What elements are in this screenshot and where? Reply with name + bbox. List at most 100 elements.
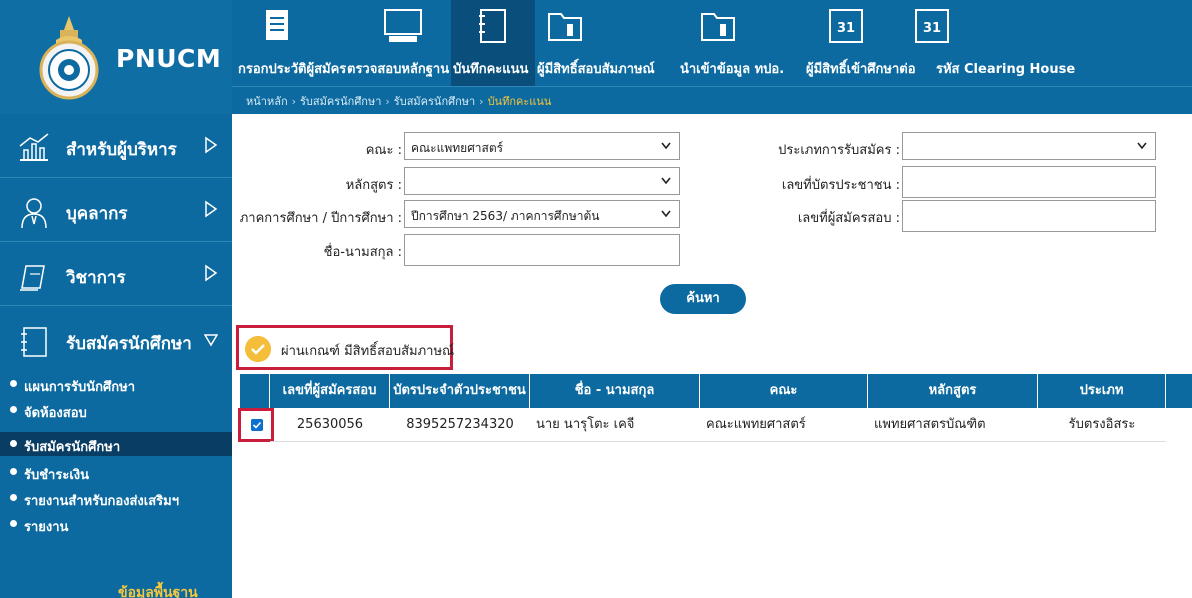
table-header[interactable]: บัตรประจำตัวประชาชน	[390, 374, 530, 408]
bullet-icon	[10, 440, 17, 447]
id-card-input[interactable]	[902, 166, 1156, 198]
chevron-right-icon	[205, 200, 218, 218]
bullet-icon	[10, 380, 17, 387]
folder-icon	[701, 13, 735, 41]
sidebar-section-executive[interactable]: สำหรับผู้บริหาร	[0, 116, 232, 178]
id-card-label: เลขที่บัตรประชาชน :	[781, 178, 900, 193]
sidebar-item-label: จัดห้องสอบ	[24, 406, 87, 421]
table-header-select	[240, 374, 270, 408]
sidebar-item-label: รายงานสำหรับกองส่งเสริมฯ	[24, 494, 180, 509]
nav-label: ผู้มีสิทธิ์สอบสัมภาษณ์	[537, 62, 655, 77]
sidebar-item-payment[interactable]: รับชำระเงิน	[0, 460, 232, 484]
sidebar-section-academic[interactable]: วิชาการ	[0, 244, 232, 306]
pass-criteria-highlight: ผ่านเกณฑ์ มีสิทธิ์สอบสัมภาษณ์	[236, 325, 455, 370]
bullet-icon	[10, 406, 17, 413]
sidebar-item-reports[interactable]: รายงาน	[0, 512, 232, 536]
chevron-down-icon	[204, 334, 218, 347]
calendar-icon: 31	[915, 9, 949, 43]
nav-verify-evidence[interactable]: ตรวจสอบหลักฐาน	[347, 0, 451, 86]
nav-label: กรอกประวัติผู้สมัคร	[238, 62, 347, 77]
search-button[interactable]: ค้นหา	[660, 284, 746, 314]
sidebar-item-exam-rooms[interactable]: จัดห้องสอบ	[0, 398, 232, 422]
app-root: PNUCM กรอกประวัติผู้สมัคร ตรวจสอบหลักฐาน	[0, 0, 1192, 598]
table-header[interactable]: หลักสูตร	[868, 374, 1038, 408]
bullet-icon	[10, 494, 17, 501]
faculty-label: คณะ :	[365, 143, 402, 158]
sidebar-section-label: วิชาการ	[66, 268, 126, 288]
svg-text:31: 31	[923, 21, 941, 36]
nav-label: รหัส Clearing House	[936, 62, 1076, 77]
table-cell: 25630056	[270, 408, 390, 442]
nav-label: ผู้มีสิทธิ์เข้าศึกษาต่อ	[806, 62, 916, 77]
breadcrumb: หน้าหลัก › รับสมัครนักศึกษา › รับสมัครนักศึก…	[246, 95, 552, 108]
chevron-right-icon	[205, 264, 218, 282]
computer-icon	[384, 9, 422, 42]
bullet-icon	[10, 520, 17, 527]
admission-type-label: ประเภทการรับสมัคร :	[778, 143, 900, 158]
admission-type-select[interactable]	[902, 132, 1156, 160]
nav-label: นำเข้าข้อมูล ทปอ.	[680, 62, 785, 77]
faculty-select[interactable]: คณะแพทยศาสตร์	[404, 132, 680, 160]
table-cell: นาย นารุโตะ เคจี	[530, 408, 700, 442]
checkbox-checked-icon[interactable]	[251, 419, 263, 431]
sidebar-basic-data-link[interactable]: ข้อมูลพื้นฐาน	[118, 582, 198, 598]
chevron-down-icon	[661, 210, 671, 218]
row-select-highlight[interactable]	[238, 408, 274, 442]
nav-label: ตรวจสอบหลักฐาน	[347, 62, 450, 77]
breadcrumb-admission-sub[interactable]: รับสมัครนักศึกษา	[394, 95, 475, 108]
nav-record-scores[interactable]: บันทึกคะแนน	[451, 0, 535, 86]
name-label: ชื่อ-นามสกุล :	[323, 245, 402, 260]
nav-interview-eligible[interactable]: ผู้มีสิทธิ์สอบสัมภาษณ์	[537, 0, 677, 86]
breadcrumb-admission[interactable]: รับสมัครนักศึกษา	[300, 95, 381, 108]
sidebar-section-personnel[interactable]: บุคลากร	[0, 180, 232, 242]
table-cell: รับตรงอิสระ	[1038, 408, 1166, 442]
table-header[interactable]: คณะ	[700, 374, 868, 408]
applicant-no-input[interactable]	[902, 200, 1156, 232]
sidebar-section-label: สำหรับผู้บริหาร	[66, 140, 177, 160]
chevron-down-icon	[661, 177, 671, 185]
table-cell: คณะแพทยศาสตร์	[700, 408, 868, 442]
sidebar-item-admission[interactable]: รับสมัครนักศึกษา	[0, 432, 232, 456]
applicant-no-label: เลขที่ผู้สมัครสอบ :	[797, 211, 900, 226]
nav-import-data[interactable]: นำเข้าข้อมูล ทปอ.	[680, 0, 804, 86]
curriculum-select[interactable]	[404, 167, 680, 195]
university-seal-icon	[39, 16, 99, 100]
breadcrumb-bar: หน้าหลัก › รับสมัครนักศึกษา › รับสมัครนักศึก…	[232, 86, 1192, 114]
nav-label: บันทึกคะแนน	[453, 62, 529, 77]
semester-select[interactable]: ปีการศึกษา 2563/ ภาคการศึกษาต้น	[404, 200, 680, 228]
book-icon	[20, 265, 45, 291]
sidebar-section-label: รับสมัครนักศึกษา	[66, 334, 192, 354]
pass-criteria-text: ผ่านเกณฑ์ มีสิทธิ์สอบสัมภาษณ์	[281, 344, 455, 359]
sidebar-item-label: รายงาน	[24, 520, 69, 535]
nav-clearing-house[interactable]: 31 รหัส Clearing House	[915, 0, 1096, 86]
table-header[interactable]: เลขที่ผู้สมัครสอบ	[270, 374, 390, 408]
top-navigation: กรอกประวัติผู้สมัคร ตรวจสอบหลักฐาน บันทึ…	[232, 0, 1192, 86]
breadcrumb-home[interactable]: หน้าหลัก	[246, 95, 288, 108]
table-header-extra	[1166, 374, 1192, 408]
table-header[interactable]: ประเภท	[1038, 374, 1166, 408]
sidebar-item-admission-plan[interactable]: แผนการรับนักศึกษา	[0, 372, 232, 396]
table-header[interactable]: ชื่อ - นามสกุล	[530, 374, 700, 408]
chevron-down-icon	[661, 142, 671, 150]
faculty-value: คณะแพทยศาสตร์	[411, 141, 504, 155]
person-icon	[21, 198, 47, 229]
nav-applicant-history[interactable]: กรอกประวัติผู้สมัคร	[238, 0, 347, 86]
logo-area[interactable]: PNUCM	[0, 0, 232, 114]
folder-icon	[548, 13, 582, 41]
sidebar: สำหรับผู้บริหาร บุคลากร วิชาการ รับสมัคร…	[0, 114, 232, 598]
semester-label: ภาคการศึกษา / ปีการศึกษา :	[239, 211, 402, 226]
document-icon	[266, 10, 288, 40]
name-input[interactable]	[404, 234, 680, 266]
sidebar-item-promotion-report[interactable]: รายงานสำหรับกองส่งเสริมฯ	[0, 486, 232, 510]
chevron-down-icon	[1137, 142, 1147, 150]
breadcrumb-current: บันทึกคะแนน	[487, 95, 552, 108]
svg-text:31: 31	[837, 21, 855, 36]
sidebar-section-admission[interactable]: รับสมัครนักศึกษา	[0, 310, 232, 372]
logo-text: PNUCM	[116, 44, 222, 73]
notebook-icon	[479, 9, 506, 43]
sidebar-item-label: แผนการรับนักศึกษา	[24, 380, 136, 395]
sidebar-item-label: รับชำระเงิน	[24, 468, 89, 483]
table-cell: แพทยศาสตรบัณฑิต	[868, 408, 1038, 442]
notebook-icon	[21, 327, 47, 357]
sidebar-section-label: บุคลากร	[66, 204, 128, 224]
